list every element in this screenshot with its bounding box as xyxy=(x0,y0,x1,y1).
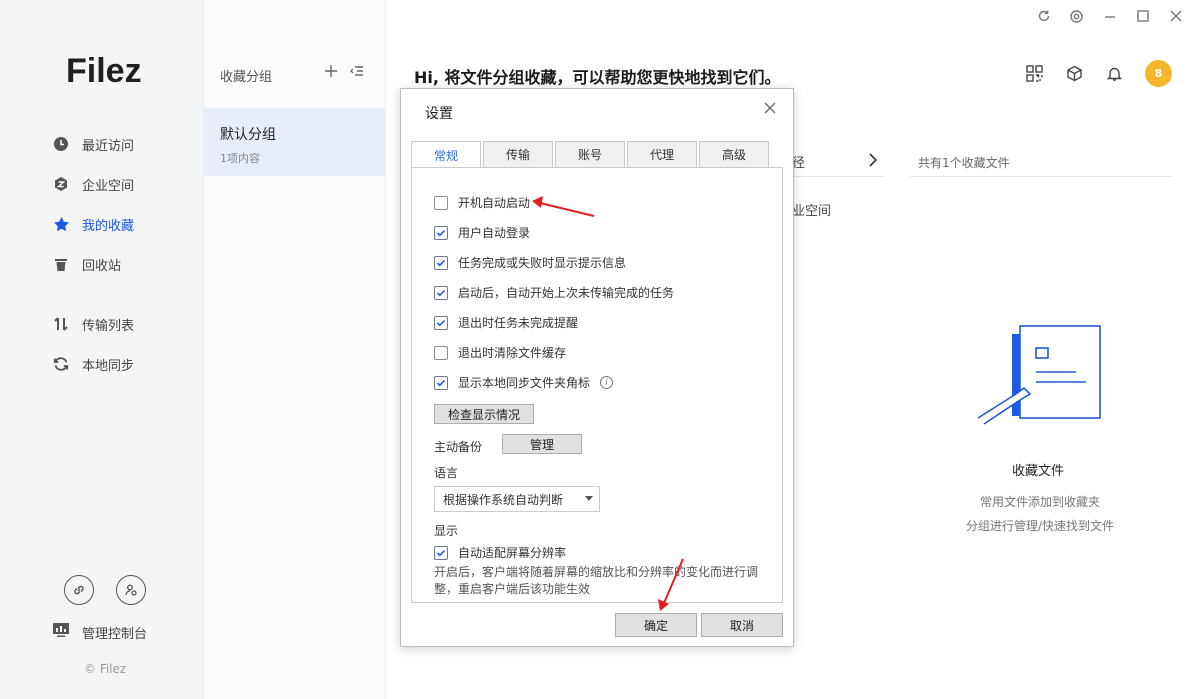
option-label: 开机自动启动 xyxy=(458,196,531,210)
sidebar-item-enterprise[interactable]: 企业空间 xyxy=(0,164,204,204)
sidebar-item-label: 回收站 xyxy=(82,258,122,274)
clock-icon xyxy=(52,135,70,153)
option-label: 自动适配屏幕分辨率 xyxy=(458,546,567,560)
checkbox[interactable] xyxy=(434,195,448,210)
checkbox[interactable] xyxy=(434,255,448,270)
empty-favorites-illustration xyxy=(976,322,1106,432)
user-share-icon[interactable] xyxy=(116,575,146,605)
enterprise-path-fragment[interactable]: 业空间 xyxy=(792,200,831,219)
option-auto-login[interactable]: 用户自动登录 xyxy=(434,224,530,241)
favorites-groups-panel: 收藏分组 默认分组 1项内容 xyxy=(204,0,386,699)
auto-fit-help-text: 开启后，客户端将随着屏幕的缩放比和分辨率的变化而进行调整，重启客户端后该功能生效 xyxy=(434,565,759,596)
checkbox[interactable] xyxy=(434,315,448,330)
console-label: 管理控制台 xyxy=(82,626,148,642)
ok-button[interactable]: 确定 xyxy=(615,613,697,637)
settings-dialog: 设置 常规 传输 账号 代理 高级 开机自动启动 用户自动登录 任务完成或失败时… xyxy=(400,88,794,647)
group-item-default[interactable]: 默认分组 1项内容 xyxy=(204,108,385,176)
option-resume-transfer[interactable]: 启动后，自动开始上次未传输完成的任务 xyxy=(434,284,674,301)
sidebar-item-sync[interactable]: 本地同步 xyxy=(0,344,204,384)
sidebar-item-trash[interactable]: 回收站 xyxy=(0,244,204,284)
option-label: 用户自动登录 xyxy=(458,226,531,240)
admin-console-link[interactable]: 管理控制台 xyxy=(52,622,147,642)
option-label: 任务完成或失败时显示提示信息 xyxy=(458,256,627,270)
bell-icon[interactable] xyxy=(1105,65,1123,83)
option-label: 退出时任务未完成提醒 xyxy=(458,316,579,330)
sidebar-item-transfers[interactable]: 传输列表 xyxy=(0,304,204,344)
enterprise-icon xyxy=(52,175,70,193)
add-group-icon[interactable] xyxy=(322,62,340,80)
star-icon xyxy=(52,215,70,233)
tab-transfer[interactable]: 传输 xyxy=(483,141,553,167)
check-display-button[interactable]: 检查显示情况 xyxy=(434,404,534,424)
avatar[interactable]: 8 xyxy=(1145,60,1172,87)
app-logo: Filez xyxy=(66,52,142,90)
settings-tabs: 常规 传输 账号 代理 高级 xyxy=(411,141,769,168)
sidebar-nav: 最近访问 企业空间 我的收藏 回收站 传输列表 本地同步 xyxy=(0,124,204,384)
sidebar-item-label: 最近访问 xyxy=(82,138,135,154)
sync-icon xyxy=(52,355,70,373)
transfer-icon xyxy=(52,315,70,333)
tab-proxy[interactable]: 代理 xyxy=(627,141,697,167)
language-label: 语言 xyxy=(434,466,459,480)
backup-label: 主动备份 xyxy=(434,440,483,454)
checkbox[interactable] xyxy=(434,545,448,560)
chevron-right-icon[interactable] xyxy=(868,152,878,171)
chevron-down-icon xyxy=(585,496,593,501)
sidebar-item-label: 传输列表 xyxy=(82,318,135,334)
option-auto-start[interactable]: 开机自动启动 xyxy=(434,194,530,211)
groups-actions xyxy=(322,62,366,80)
option-sync-badge[interactable]: 显示本地同步文件夹角标 i xyxy=(434,374,614,391)
option-clear-cache[interactable]: 退出时清除文件缓存 xyxy=(434,344,566,361)
cube-icon[interactable] xyxy=(1065,65,1083,83)
top-toolbar: 8 xyxy=(1025,60,1172,87)
checkbox[interactable] xyxy=(434,285,448,300)
empty-description: 常用文件添加到收藏夹 xyxy=(980,495,1101,509)
option-exit-remind[interactable]: 退出时任务未完成提醒 xyxy=(434,314,578,331)
language-select[interactable]: 根据操作系统自动判断 xyxy=(434,486,600,512)
copyright: © Filez xyxy=(84,662,127,676)
sidebar: Filez 最近访问 企业空间 我的收藏 回收站 传输列表 本地同步 管理控制台… xyxy=(0,0,204,699)
display-label: 显示 xyxy=(434,524,459,538)
groups-title: 收藏分组 xyxy=(220,70,273,85)
cancel-button[interactable]: 取消 xyxy=(701,613,783,637)
trash-icon xyxy=(52,255,70,273)
app-window: Filez 最近访问 企业空间 我的收藏 回收站 传输列表 本地同步 管理控制台… xyxy=(0,0,1200,699)
option-label: 启动后，自动开始上次未传输完成的任务 xyxy=(458,286,675,300)
dashboard-icon xyxy=(52,622,70,642)
sidebar-item-favorites[interactable]: 我的收藏 xyxy=(0,204,204,244)
option-label: 显示本地同步文件夹角标 xyxy=(458,376,591,390)
checkbox[interactable] xyxy=(434,375,448,390)
sidebar-item-label: 本地同步 xyxy=(82,358,135,374)
sidebar-quick-actions xyxy=(64,575,146,605)
apps-grid-icon[interactable] xyxy=(1025,65,1043,83)
group-count: 1项内容 xyxy=(220,152,260,165)
language-value: 根据操作系统自动判断 xyxy=(443,492,564,507)
link-icon[interactable] xyxy=(64,575,94,605)
tab-account[interactable]: 账号 xyxy=(555,141,625,167)
checkbox[interactable] xyxy=(434,225,448,240)
sort-list-icon[interactable] xyxy=(348,62,366,80)
empty-title: 收藏文件 xyxy=(1012,464,1065,479)
empty-description: 分组进行管理/快速找到文件 xyxy=(966,519,1115,533)
divider xyxy=(910,176,1172,177)
page-title: Hi, 将文件分组收藏，可以帮助您更快地找到它们。 xyxy=(414,68,781,87)
manage-backup-button[interactable]: 管理 xyxy=(502,434,582,454)
tab-general[interactable]: 常规 xyxy=(411,141,481,168)
info-icon[interactable]: i xyxy=(600,376,614,389)
option-auto-fit-resolution[interactable]: 自动适配屏幕分辨率 xyxy=(434,544,566,561)
tab-advanced[interactable]: 高级 xyxy=(699,141,769,167)
close-icon[interactable] xyxy=(761,99,779,117)
general-settings-panel: 开机自动启动 用户自动登录 任务完成或失败时显示提示信息 启动后，自动开始上次未… xyxy=(411,167,783,603)
option-label: 退出时清除文件缓存 xyxy=(458,346,567,360)
favorites-count: 共有1个收藏文件 xyxy=(918,156,1010,170)
dialog-title: 设置 xyxy=(425,106,453,122)
sidebar-item-label: 企业空间 xyxy=(82,178,135,194)
group-name: 默认分组 xyxy=(220,127,276,143)
sidebar-item-recent[interactable]: 最近访问 xyxy=(0,124,204,164)
sidebar-item-label: 我的收藏 xyxy=(82,218,135,234)
option-task-notify[interactable]: 任务完成或失败时显示提示信息 xyxy=(434,254,626,271)
checkbox[interactable] xyxy=(434,345,448,360)
